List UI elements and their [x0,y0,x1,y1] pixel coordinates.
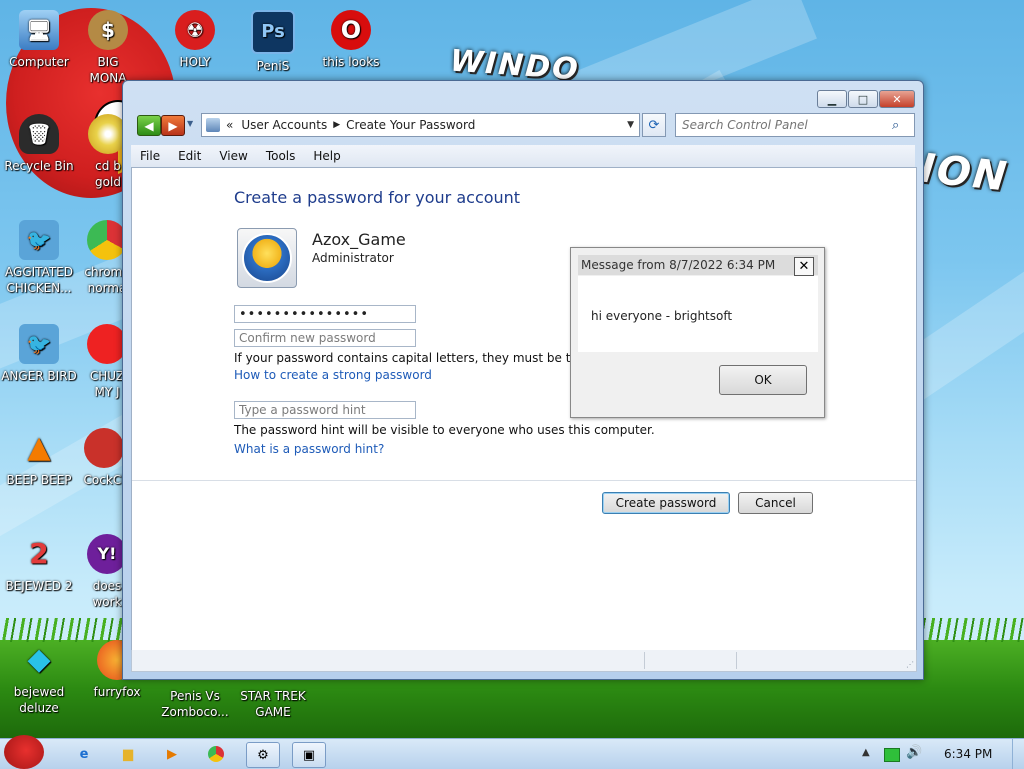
show-desktop-button[interactable] [1012,739,1024,769]
bejeweled-icon: 2 [29,537,49,570]
desktop-icon-holy[interactable]: ☢ HOLY [156,10,234,70]
resize-grip-icon[interactable]: ⋰ [906,660,914,669]
explorer-folder-icon[interactable]: ▆ [112,742,144,766]
page-title: Create a password for your account [234,188,521,207]
desktop-icon-penis[interactable]: Ps PeniS [234,10,312,74]
menu-help[interactable]: Help [304,149,349,163]
photoshop-icon: Ps [251,10,295,54]
app-icon [84,428,124,468]
close-button[interactable]: ✕ [879,90,915,108]
password-hint-note: The password hint will be visible to eve… [234,423,655,437]
menu-bar: File Edit View Tools Help [131,145,915,167]
account-name: Azox_Game [312,230,406,249]
menu-view[interactable]: View [210,149,256,163]
desktop-icon-aggitated-chicken[interactable]: 🐦 AGGITATED CHICKEN... [0,220,78,296]
breadcrumb-separator-icon: ▶ [333,120,341,130]
angry-bird-icon: 🐦 [19,324,59,364]
internet-explorer-icon[interactable]: e [68,742,100,766]
recent-pages-chevron-icon[interactable]: ▼ [187,119,193,128]
chrome-icon[interactable] [200,742,232,766]
message-text: hi everyone - brightsoft [591,309,733,323]
confirm-password-field[interactable] [234,329,416,347]
radiation-icon: ☢ [175,10,215,50]
message-title: Message from 8/7/2022 6:34 PM [581,258,776,272]
vlc-cone-icon: ▲ [27,430,51,465]
diamond-icon: ◆ [27,642,51,677]
password-hint-field[interactable] [234,401,416,419]
user-avatar [237,228,297,288]
create-password-button[interactable]: Create password [602,492,730,514]
desktop-icon-computer[interactable]: 🖥 Computer [0,10,78,70]
red-creature-icon [87,324,127,364]
desktop-icon-this-looks[interactable]: O this looks [312,10,390,70]
cancel-button[interactable]: Cancel [738,492,813,514]
taskbar-app-button[interactable]: ⚙ [246,742,280,768]
capital-letters-note: If your password contains capital letter… [234,351,586,365]
status-separator [736,652,737,669]
taskbar: e ▆ ▶ ⚙ ▣ ▲ 🔊 6:34 PM [0,735,1024,769]
breadcrumb-overflow[interactable]: « [226,118,233,132]
desktop-icon-bejewed-deluze[interactable]: ◆ bejewed deluze [0,640,78,716]
desktop-icon-star-trek-game[interactable]: STAR TREK GAME [234,688,312,720]
minimize-button[interactable]: ▁ [817,90,847,108]
desktop-icon-bejewed-2[interactable]: 2 BEJEWED 2 [0,534,78,594]
taskbar-window-button[interactable]: ▣ [292,742,326,768]
search-box[interactable]: ⌕ [675,113,915,137]
message-dialog: Message from 8/7/2022 6:34 PM ✕ hi every… [570,247,825,418]
clock[interactable]: 6:34 PM [944,747,992,761]
media-player-icon[interactable]: ▶ [156,742,188,766]
ok-button[interactable]: OK [719,365,807,395]
desktop-icon-beep-beep[interactable]: ▲ BEEP BEEP [0,428,78,488]
menu-tools[interactable]: Tools [257,149,305,163]
opera-icon: O [331,10,371,50]
message-title-bar: Message from 8/7/2022 6:34 PM [578,255,818,275]
search-input[interactable] [676,118,892,132]
back-button[interactable]: ◀ [137,115,161,136]
address-dropdown-icon[interactable]: ▼ [627,120,634,130]
desktop-icon-big-mona[interactable]: $ BIG MONA [78,10,138,86]
chrome-icon [87,220,127,260]
wallpaper-logo: ION [917,145,1011,201]
start-button[interactable] [4,735,44,769]
volume-icon[interactable]: 🔊 [906,745,922,760]
message-body: hi everyone - brightsoft [578,276,818,352]
account-role: Administrator [312,251,394,265]
status-bar: ⋰ [131,650,917,672]
address-row: ◀ ▶ ▼ « User Accounts ▶ Create Your Pass… [131,113,915,137]
status-separator [644,652,645,669]
address-bar[interactable]: « User Accounts ▶ Create Your Password ▼ [201,113,640,137]
forward-button[interactable]: ▶ [161,115,185,136]
breadcrumb-user-accounts[interactable]: User Accounts [241,118,327,132]
search-icon[interactable]: ⌕ [892,118,899,133]
money-bag-icon: $ [88,10,128,50]
menu-edit[interactable]: Edit [169,149,210,163]
refresh-icon[interactable]: ⟳ [642,113,666,137]
menu-file[interactable]: File [131,149,169,163]
maximize-button[interactable]: □ [848,90,878,108]
desktop-icon-penis-vs-zomboco[interactable]: Penis Vs Zomboco... [156,688,234,720]
network-icon[interactable] [884,748,900,762]
password-hint-link[interactable]: What is a password hint? [234,442,384,456]
divider [132,480,916,481]
yahoo-icon: Y! [87,534,127,574]
recycle-bin-icon: 🗑 [19,114,59,154]
desktop-icon-anger-bird[interactable]: 🐦 ANGER BIRD [0,324,78,384]
strong-password-link[interactable]: How to create a strong password [234,368,432,382]
breadcrumb-create-your-password[interactable]: Create Your Password [346,118,475,132]
angry-bird-icon: 🐦 [19,220,59,260]
control-panel-icon [206,118,220,132]
new-password-field[interactable] [234,305,416,323]
show-hidden-icons-icon[interactable]: ▲ [862,747,870,758]
message-close-button[interactable]: ✕ [794,257,814,276]
desktop-icon-recycle-bin[interactable]: 🗑 Recycle Bin [0,114,78,174]
computer-icon: 🖥 [19,10,59,50]
